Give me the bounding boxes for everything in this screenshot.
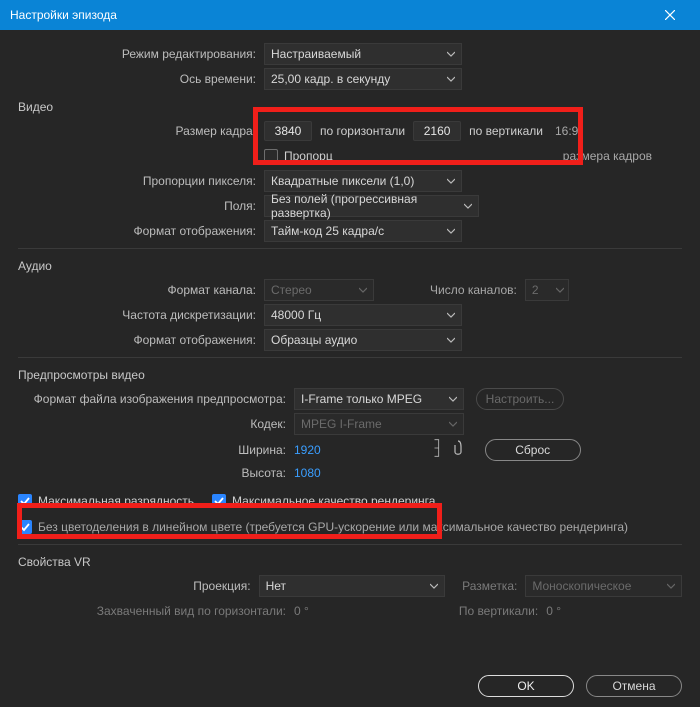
preview-height-value[interactable]: 1080	[294, 466, 321, 480]
audio-display-select[interactable]: Образцы аудио	[264, 329, 462, 351]
chevron-down-icon	[447, 308, 455, 322]
channel-format-select: Стерео	[264, 279, 374, 301]
proportional-checkbox[interactable]	[264, 149, 278, 163]
channels-select: 2	[525, 279, 569, 301]
max-quality-label: Максимальное качество рендеринга	[232, 494, 435, 508]
aspect-ratio: 16:9	[555, 124, 578, 138]
proportional-label-left: Пропорц	[284, 149, 333, 163]
timebase-select[interactable]: 25,00 кадр. в секунду	[264, 68, 462, 90]
linear-color-checkbox[interactable]	[18, 520, 32, 534]
fields-select[interactable]: Без полей (прогрессивная развертка)	[264, 195, 479, 217]
video-display-select[interactable]: Тайм-код 25 кадра/с	[264, 220, 462, 242]
video-display-label: Формат отображения:	[18, 224, 264, 238]
chevron-down-icon	[430, 579, 438, 593]
projection-select[interactable]: Нет	[259, 575, 445, 597]
window-title: Настройки эпизода	[10, 8, 650, 22]
chevron-down-icon	[449, 392, 457, 406]
linear-color-label: Без цветоделения в линейном цвете (требу…	[38, 520, 628, 534]
chevron-down-icon	[359, 283, 367, 297]
codec-select: MPEG I-Frame	[294, 413, 464, 435]
chevron-down-icon	[667, 579, 675, 593]
frame-width-input[interactable]: 3840	[264, 121, 312, 141]
reset-button[interactable]: Сброс	[485, 439, 581, 461]
timebase-label: Ось времени:	[18, 72, 264, 86]
preview-width-value[interactable]: 1920	[294, 443, 321, 457]
pixel-aspect-select[interactable]: Квадратные пиксели (1,0)	[264, 170, 462, 192]
max-quality-checkbox[interactable]	[212, 494, 226, 508]
proportional-label-right: размера кадров	[563, 149, 652, 163]
vertical-label: по вертикали	[461, 124, 551, 138]
close-icon	[665, 10, 675, 20]
captured-v-label: По вертикали:	[459, 604, 538, 618]
channel-format-label: Формат канала:	[18, 283, 264, 297]
captured-h-value: 0 °	[294, 604, 309, 618]
frame-height-input[interactable]: 2160	[413, 121, 461, 141]
horizontal-label: по горизонтали	[312, 124, 413, 138]
video-heading: Видео	[18, 100, 682, 114]
preview-height-label: Высота:	[18, 466, 294, 480]
codec-label: Кодек:	[18, 417, 294, 431]
preview-width-label: Ширина:	[18, 443, 294, 457]
vr-heading: Свойства VR	[18, 555, 682, 569]
attach-icon[interactable]	[453, 440, 463, 459]
projection-label: Проекция:	[18, 579, 259, 593]
fields-label: Поля:	[18, 199, 264, 213]
pixel-aspect-label: Пропорции пикселя:	[18, 174, 264, 188]
framesize-label: Размер кадра:	[18, 124, 264, 138]
chevron-down-icon	[447, 333, 455, 347]
cancel-button[interactable]: Отмена	[586, 675, 682, 697]
audio-heading: Аудио	[18, 259, 682, 273]
chevron-down-icon	[447, 47, 455, 61]
captured-h-label: Захваченный вид по горизонтали:	[18, 604, 294, 618]
chevron-down-icon	[464, 199, 472, 213]
max-bit-label: Максимальная разрядность	[38, 494, 194, 508]
audio-display-label: Формат отображения:	[18, 333, 264, 347]
chevron-down-icon	[449, 417, 457, 431]
editing-mode-select[interactable]: Настраиваемый	[264, 43, 462, 65]
sample-rate-select[interactable]: 48000 Гц	[264, 304, 462, 326]
chevron-down-icon	[447, 72, 455, 86]
max-bit-checkbox[interactable]	[18, 494, 32, 508]
title-bar: Настройки эпизода	[0, 0, 700, 30]
configure-button: Настроить...	[476, 388, 564, 410]
captured-v-value: 0 °	[546, 604, 561, 618]
chevron-down-icon	[447, 174, 455, 188]
layout-select: Моноскопическое	[525, 575, 682, 597]
chevron-down-icon	[556, 283, 564, 297]
preview-file-format-label: Формат файла изображения предпросмотра:	[18, 392, 294, 406]
layout-label: Разметка:	[462, 579, 517, 593]
preview-heading: Предпросмотры видео	[18, 368, 682, 382]
sample-rate-label: Частота дискретизации:	[18, 308, 264, 322]
link-icon[interactable]	[431, 438, 443, 461]
preview-file-format-select[interactable]: I-Frame только MPEG	[294, 388, 464, 410]
channels-label: Число каналов:	[430, 283, 517, 297]
close-button[interactable]	[650, 0, 690, 30]
chevron-down-icon	[447, 224, 455, 238]
editing-mode-label: Режим редактирования:	[18, 47, 264, 61]
ok-button[interactable]: OK	[478, 675, 574, 697]
